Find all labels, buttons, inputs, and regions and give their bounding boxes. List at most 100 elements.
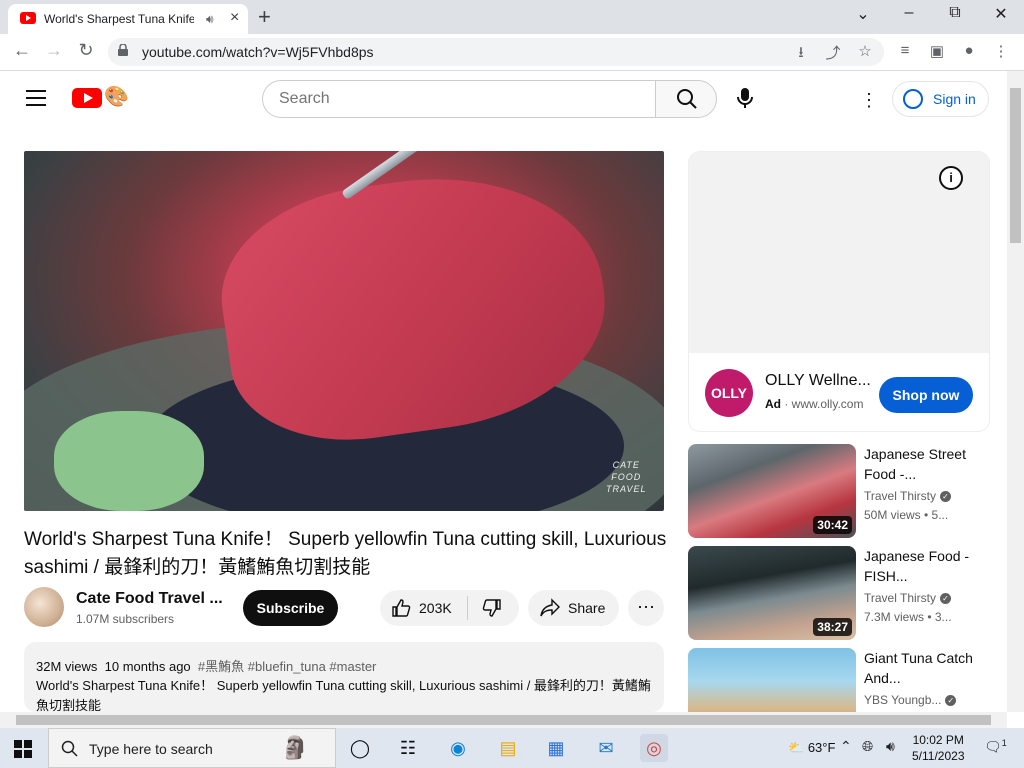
share-button[interactable]: Share (528, 590, 619, 626)
list-item[interactable]: Giant Tuna Catch And... YBS Youngb... ✓ (688, 648, 990, 712)
share-page-icon[interactable]: ⤴ (822, 42, 844, 63)
media-control-icon[interactable]: ≡ (894, 42, 916, 59)
share-icon (540, 598, 560, 617)
back-icon[interactable]: ← (10, 40, 34, 61)
recommendation-channel: YBS Youngb... ✓ (864, 693, 957, 707)
tab-close-icon[interactable]: × (230, 9, 239, 27)
file-explorer-icon[interactable]: ▤ (494, 734, 522, 762)
ad-label: Ad (765, 397, 781, 411)
speaker-icon[interactable]: 🔊︎ (206, 12, 214, 27)
notifications-icon[interactable]: 🗨︎1 (984, 738, 1007, 756)
microphone-icon[interactable] (733, 86, 757, 110)
doodle-icon[interactable]: 🎨 (104, 84, 129, 109)
sign-in-label: Sign in (933, 91, 976, 107)
list-item[interactable]: 30:42 Japanese Street Food -... Travel T… (688, 444, 990, 540)
channel-watermark: CATE FOOD TRAVEL (606, 460, 647, 494)
horizontal-scroll-thumb[interactable] (16, 715, 991, 725)
taskbar-search-input[interactable]: Type here to search 🗿 (48, 728, 336, 768)
advertiser-name[interactable]: OLLY Wellne... (765, 372, 875, 390)
channel-avatar[interactable] (24, 587, 64, 627)
lock-icon (118, 44, 128, 56)
bookmark-star-icon[interactable]: ☆ (854, 42, 876, 60)
list-item[interactable]: 38:27 Japanese Food - FISH... Travel Thi… (688, 546, 990, 642)
like-icon[interactable] (391, 598, 411, 618)
taskbar-search-placeholder: Type here to search (89, 741, 213, 757)
address-bar[interactable]: youtube.com/watch?v=Wj5FVhbd8ps (108, 38, 884, 66)
browser-toolbar: ← → ↻ youtube.com/watch?v=Wj5FVhbd8ps ⭳ … (0, 34, 1024, 71)
youtube-logo[interactable] (72, 88, 102, 108)
window-close-icon[interactable]: ✕ (986, 4, 1016, 24)
like-count[interactable]: 203K (419, 600, 452, 616)
search-highlight-icon: 🗿 (281, 735, 309, 760)
browser-tab[interactable]: World's Sharpest Tuna Knife 🔊︎ × (8, 4, 248, 34)
duration-badge: 38:27 (813, 618, 852, 636)
shop-now-button[interactable]: Shop now (879, 377, 973, 413)
restore-icon[interactable]: ⧉ (940, 4, 970, 22)
reload-icon[interactable]: ↻ (74, 40, 98, 61)
like-dislike-bar: 203K (380, 590, 519, 626)
url-text: youtube.com/watch?v=Wj5FVhbd8ps (142, 44, 374, 60)
search-button[interactable] (655, 80, 717, 118)
dislike-icon[interactable] (482, 598, 502, 618)
more-actions-button[interactable]: ⋯ (628, 590, 664, 626)
edge-icon[interactable]: ◉ (444, 734, 472, 762)
subscriber-count: 1.07M subscribers (76, 612, 175, 626)
subscribe-button[interactable]: Subscribe (243, 590, 338, 626)
mail-icon[interactable]: ✉ (592, 734, 620, 762)
windows-taskbar: Type here to search 🗿 ◯ ☷ ◉ ▤ ▦ ✉ ◎ ⛅ 63… (0, 728, 1024, 768)
description-box[interactable]: 32M views 10 months ago #黑鮪魚 #bluefin_tu… (24, 642, 664, 713)
search-input[interactable]: Search (262, 80, 655, 118)
tray-chevron-icon[interactable]: ⌃ (840, 738, 852, 755)
weather-icon: ⛅ (788, 740, 805, 755)
minimize-icon[interactable]: – (894, 4, 924, 22)
task-view-icon[interactable]: ☷ (394, 734, 422, 762)
verified-icon: ✓ (940, 491, 952, 503)
upload-age: 10 months ago (104, 659, 191, 674)
share-label: Share (568, 600, 606, 616)
hashtags[interactable]: #黑鮪魚 #bluefin_tuna #master (198, 659, 376, 674)
store-icon[interactable]: ▦ (542, 734, 570, 762)
recommendation-meta: 50M views • 5... (864, 508, 949, 522)
search-icon (61, 740, 78, 757)
side-panel-icon[interactable]: ▣ (926, 42, 948, 60)
video-thumbnail[interactable]: 38:27 (688, 546, 856, 640)
weather-widget[interactable]: ⛅ 63°F (788, 740, 835, 756)
sign-in-button[interactable]: Sign in (892, 81, 989, 117)
forward-icon[interactable]: → (42, 40, 66, 61)
video-thumbnail[interactable] (688, 648, 856, 712)
description-text: World's Sharpest Tuna Knife！ Superb yell… (36, 678, 651, 713)
tab-search-icon[interactable]: ⌄ (848, 4, 878, 24)
video-player[interactable]: CATE FOOD TRAVEL (24, 151, 664, 511)
vertical-scroll-thumb[interactable] (1010, 88, 1021, 243)
clock-time: 10:02 PM (912, 733, 964, 747)
temperature: 63°F (807, 740, 836, 755)
ad-info-icon[interactable]: i (939, 166, 963, 190)
recommendation-title[interactable]: Giant Tuna Catch And... (864, 648, 974, 688)
notification-count: 1 (1001, 738, 1007, 748)
profile-icon[interactable]: ● (958, 42, 980, 59)
volume-icon[interactable]: 🔊︎ (886, 738, 895, 755)
network-icon[interactable]: 🌐︎ (862, 738, 873, 755)
channel-name[interactable]: Cate Food Travel ... (76, 590, 223, 608)
ad-card[interactable]: i OLLY OLLY Wellne... Ad · www.olly.com … (688, 151, 990, 432)
hamburger-menu-icon[interactable] (26, 90, 46, 106)
tab-title: World's Sharpest Tuna Knife (44, 12, 194, 26)
duration-badge: 30:42 (813, 516, 852, 534)
system-clock[interactable]: 10:02 PM 5/11/2023 (912, 732, 965, 764)
chrome-icon[interactable]: ◎ (640, 734, 668, 762)
video-thumbnail[interactable]: 30:42 (688, 444, 856, 538)
account-icon (903, 89, 923, 109)
search-placeholder: Search (279, 90, 330, 107)
browser-titlebar: World's Sharpest Tuna Knife 🔊︎ × + ⌄ – ⧉… (0, 0, 1024, 34)
cortana-icon[interactable]: ◯ (346, 734, 374, 762)
recommendation-title[interactable]: Japanese Street Food -... (864, 444, 974, 484)
settings-menu-icon[interactable]: ⋮ (860, 90, 878, 111)
description-meta: 32M views 10 months ago #黑鮪魚 #bluefin_tu… (36, 656, 376, 675)
recommendation-title[interactable]: Japanese Food - FISH... (864, 546, 974, 586)
advertiser-logo[interactable]: OLLY (705, 369, 753, 417)
browser-menu-icon[interactable]: ⋮ (990, 42, 1012, 60)
windows-start-icon[interactable] (14, 740, 32, 758)
install-icon[interactable]: ⭳ (790, 42, 812, 67)
new-tab-button[interactable]: + (258, 4, 271, 30)
youtube-favicon-icon (20, 12, 36, 24)
